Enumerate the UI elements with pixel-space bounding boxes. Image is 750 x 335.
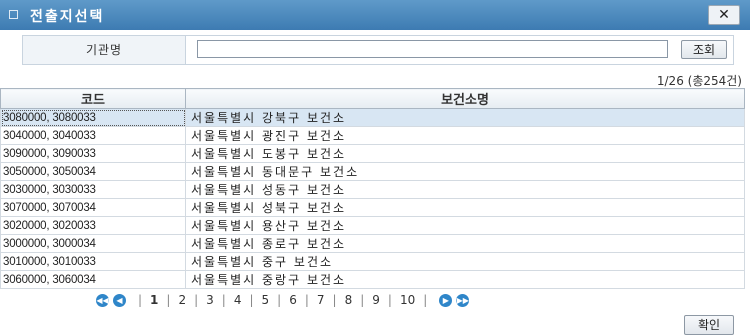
table-row[interactable]: 3020000, 3020033 서울특별시 용산구 보건소: [0, 216, 745, 235]
table-row[interactable]: 3050000, 3050034 서울특별시 동대문구 보건소: [0, 162, 745, 181]
cell-name[interactable]: 서울특별시 도봉구 보건소: [185, 144, 745, 163]
search-label: 기관명: [23, 36, 186, 64]
page-link-9[interactable]: 9: [372, 293, 380, 307]
cell-name[interactable]: 서울특별시 광진구 보건소: [185, 126, 745, 145]
pager-separator: |: [423, 293, 428, 307]
cell-name[interactable]: 서울특별시 강북구 보건소: [185, 108, 745, 127]
cell-code[interactable]: 3010000, 3010033: [0, 252, 186, 271]
cell-code[interactable]: 3070000, 3070034: [0, 198, 186, 217]
column-header-name: 보건소명: [185, 88, 745, 109]
cell-code[interactable]: 3050000, 3050034: [0, 162, 186, 181]
page-link-6[interactable]: 6: [289, 293, 297, 307]
pager-separator: |: [166, 293, 171, 307]
search-panel: 기관명 조회: [22, 35, 734, 65]
page-link-4[interactable]: 4: [234, 293, 242, 307]
cell-code[interactable]: 3060000, 3060034: [0, 270, 186, 289]
table-header-row: 코드 보건소명: [0, 88, 745, 109]
cell-code[interactable]: 3030000, 3030033: [0, 180, 186, 199]
window-icon: [9, 10, 18, 19]
cell-name[interactable]: 서울특별시 중구 보건소: [185, 252, 745, 271]
cell-code[interactable]: 3020000, 3020033: [0, 216, 186, 235]
page-link-3[interactable]: 3: [206, 293, 214, 307]
close-button[interactable]: ✕: [708, 5, 740, 25]
pager-separator: |: [138, 293, 143, 307]
pager-separator: |: [304, 293, 309, 307]
table-row[interactable]: 3070000, 3070034 서울특별시 성북구 보건소: [0, 198, 745, 217]
table-body: 3080000, 3080033 서울특별시 강북구 보건소 3040000, 30…: [0, 108, 745, 289]
table-row[interactable]: 3010000, 3010033 서울특별시 중구 보건소: [0, 252, 745, 271]
search-button[interactable]: 조회: [681, 40, 727, 59]
cell-code[interactable]: 3000000, 3000034: [0, 234, 186, 253]
table-row[interactable]: 3000000, 3000034 서울특별시 종로구 보건소: [0, 234, 745, 253]
confirm-button[interactable]: 확인: [684, 315, 734, 335]
cell-code[interactable]: 3040000, 3040033: [0, 126, 186, 145]
title-bar: 전출지선택 ✕: [0, 0, 750, 30]
page-link-1[interactable]: 1: [150, 293, 158, 307]
cell-code[interactable]: 3090000, 3090033: [0, 144, 186, 163]
cell-name[interactable]: 서울특별시 성북구 보건소: [185, 198, 745, 217]
pager-separator: |: [221, 293, 226, 307]
page-link-8[interactable]: 8: [345, 293, 353, 307]
cell-name[interactable]: 서울특별시 종로구 보건소: [185, 234, 745, 253]
page-info: 1/26 (총254건): [656, 74, 742, 88]
table-row[interactable]: 3060000, 3060034 서울특별시 중랑구 보건소: [0, 270, 745, 289]
pager-separator: |: [249, 293, 254, 307]
table-row[interactable]: 3030000, 3030033 서울특별시 성동구 보건소: [0, 180, 745, 199]
search-input[interactable]: [197, 40, 668, 58]
table-row[interactable]: 3090000, 3090033 서울특별시 도봉구 보건소: [0, 144, 745, 163]
page-link-5[interactable]: 5: [262, 293, 270, 307]
cell-name[interactable]: 서울특별시 동대문구 보건소: [185, 162, 745, 181]
pager-separator: |: [332, 293, 337, 307]
prev-page-icon[interactable]: ◀: [113, 293, 126, 307]
next-page-icon[interactable]: ▶: [439, 293, 453, 307]
pager-separator: |: [360, 293, 365, 307]
pagination: ◀◀ ◀ | 1 | 2 | 3 | 4 | 5 | 6 | 7 | 8 | 9 | 10 | ▶ ▶▶: [96, 292, 473, 308]
results-table: 코드 보건소명 3080000, 3080033 서울특별시 강북구 보건소 304…: [0, 88, 745, 289]
first-page-icon[interactable]: ◀◀: [96, 293, 109, 307]
cell-name[interactable]: 서울특별시 용산구 보건소: [185, 216, 745, 235]
last-page-icon[interactable]: ▶▶: [456, 293, 470, 307]
page-link-7[interactable]: 7: [317, 293, 325, 307]
pager-separator: |: [387, 293, 392, 307]
cell-code[interactable]: 3080000, 3080033: [0, 108, 186, 127]
table-row[interactable]: 3080000, 3080033 서울특별시 강북구 보건소: [0, 108, 745, 127]
pager-separator: |: [194, 293, 199, 307]
window-title: 전출지선택: [30, 9, 105, 25]
column-header-code: 코드: [0, 88, 186, 109]
cell-name[interactable]: 서울특별시 성동구 보건소: [185, 180, 745, 199]
table-row[interactable]: 3040000, 3040033 서울특별시 광진구 보건소: [0, 126, 745, 145]
pager-separator: |: [277, 293, 282, 307]
page-link-10[interactable]: 10: [400, 293, 415, 307]
page-link-2[interactable]: 2: [178, 293, 186, 307]
cell-name[interactable]: 서울특별시 중랑구 보건소: [185, 270, 745, 289]
